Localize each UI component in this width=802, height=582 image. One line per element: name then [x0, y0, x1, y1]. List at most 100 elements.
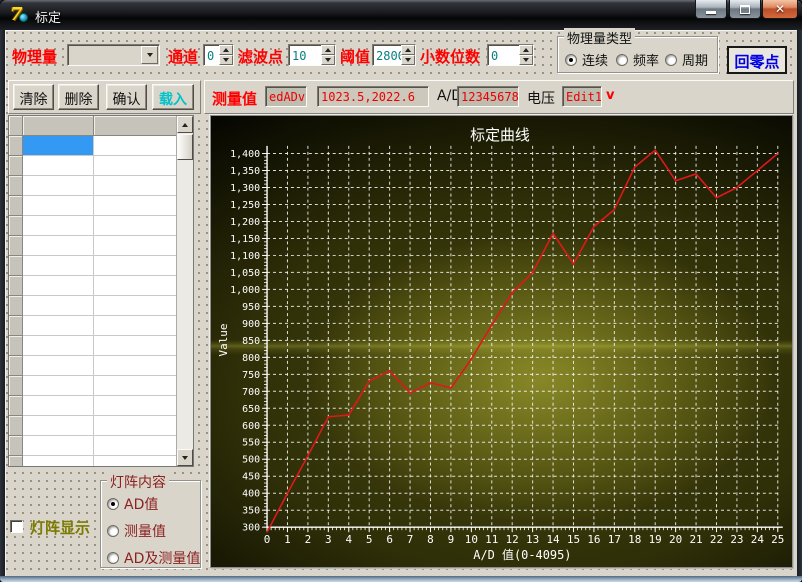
minimize-icon [706, 11, 716, 14]
quantity-type-title: 物理量类型 [564, 28, 635, 47]
svg-text:5: 5 [366, 533, 373, 546]
decimals-spinner[interactable]: 0 [487, 44, 534, 66]
radio-icon[interactable] [107, 525, 119, 537]
svg-text:700: 700 [242, 387, 260, 398]
globe-icon [19, 13, 28, 22]
scrollbar-thumb[interactable] [177, 134, 193, 160]
channel-spinner[interactable]: 0 [203, 44, 234, 66]
confirm-button[interactable]: 确认 [106, 84, 147, 110]
table-row[interactable] [9, 136, 193, 156]
radio-period[interactable]: 周期 [665, 50, 708, 69]
table-row[interactable] [9, 196, 193, 216]
table-row[interactable] [9, 276, 193, 296]
svg-text:800: 800 [242, 353, 260, 364]
filter-spinner[interactable]: 10 [288, 44, 336, 66]
table-scrollbar[interactable] [176, 116, 193, 466]
measure-value-field[interactable]: 1023.5,2022.6 [317, 86, 429, 107]
clear-button[interactable]: 清除 [13, 84, 54, 110]
minimize-button[interactable] [695, 0, 727, 19]
svg-text:18: 18 [628, 533, 641, 546]
table-row[interactable] [9, 416, 193, 436]
app-icon: 7 [10, 6, 28, 24]
return-zero-button[interactable]: 回零点 [727, 46, 787, 74]
svg-text:1,400: 1,400 [230, 149, 260, 160]
lamp-display-label: 灯阵显示 [30, 517, 90, 538]
table-row[interactable] [9, 156, 193, 176]
table-row[interactable] [9, 356, 193, 376]
svg-text:24: 24 [751, 533, 765, 546]
spin-down-icon[interactable] [401, 55, 415, 65]
close-icon: ✕ [775, 2, 785, 16]
table-row[interactable] [9, 296, 193, 316]
voltage-field[interactable]: Edit1 [562, 86, 602, 107]
chevron-down-icon[interactable] [141, 46, 158, 64]
table-row[interactable] [9, 336, 193, 356]
svg-text:10: 10 [465, 533, 478, 546]
svg-text:14: 14 [546, 533, 560, 546]
filter-label: 滤波点 [238, 46, 283, 67]
radio-icon[interactable] [107, 498, 119, 510]
svg-text:7: 7 [407, 533, 414, 546]
spin-up-icon[interactable] [321, 45, 335, 55]
svg-text:23: 23 [730, 533, 743, 546]
threshold-label: 阈值 [340, 46, 370, 67]
svg-text:500: 500 [242, 455, 260, 466]
svg-text:1,050: 1,050 [230, 268, 260, 279]
svg-text:11: 11 [485, 533, 498, 546]
svg-text:8: 8 [427, 533, 434, 546]
svg-text:1,200: 1,200 [230, 217, 260, 228]
delete-button[interactable]: 删除 [58, 84, 99, 110]
svg-text:20: 20 [669, 533, 682, 546]
radio-continuous[interactable]: 连续 [565, 50, 608, 69]
titlebar[interactable]: 7 标定 ✕ [0, 0, 802, 30]
table-row[interactable] [9, 456, 193, 467]
radio-icon[interactable] [565, 54, 577, 66]
radio-ad-and-measure[interactable]: AD及测量值 [107, 548, 200, 568]
svg-text:450: 450 [242, 472, 260, 483]
spin-up-icon[interactable] [519, 45, 533, 55]
app-window: 7 标定 ✕ 物理量 通道 0 滤波点 10 阈值 2800 小数位数 0 物理… [0, 0, 802, 582]
radio-icon[interactable] [107, 552, 119, 564]
radio-icon[interactable] [616, 54, 628, 66]
quantity-type-groupbox: 物理量类型 连续 频率 周期 [557, 36, 718, 73]
window-title: 标定 [35, 7, 61, 26]
svg-text:950: 950 [242, 302, 260, 313]
radio-ad-value[interactable]: AD值 [107, 494, 158, 514]
threshold-spinner[interactable]: 2800 [372, 44, 416, 66]
spin-up-icon[interactable] [401, 45, 415, 55]
quantity-combobox[interactable] [67, 44, 160, 66]
calibration-table[interactable] [8, 115, 194, 467]
svg-text:25: 25 [771, 533, 784, 546]
quantity-label: 物理量 [12, 46, 57, 67]
spin-down-icon[interactable] [219, 55, 233, 65]
scroll-down-icon[interactable] [177, 449, 193, 466]
load-button[interactable]: 载入 [152, 84, 194, 110]
radio-icon[interactable] [665, 54, 677, 66]
spin-down-icon[interactable] [519, 55, 533, 65]
svg-text:1,000: 1,000 [230, 285, 260, 296]
table-row[interactable] [9, 216, 193, 236]
close-button[interactable]: ✕ [762, 0, 798, 19]
maximize-icon [740, 5, 750, 14]
spin-up-icon[interactable] [219, 45, 233, 55]
ad-value-field[interactable]: 12345678 [457, 86, 519, 107]
svg-text:21: 21 [689, 533, 702, 546]
scroll-up-icon[interactable] [177, 116, 193, 133]
table-row[interactable] [9, 256, 193, 276]
lamp-content-title: 灯阵内容 [107, 472, 169, 492]
table-row[interactable] [9, 176, 193, 196]
table-row[interactable] [9, 316, 193, 336]
table-row[interactable] [9, 436, 193, 456]
table-row[interactable] [9, 376, 193, 396]
measure-raw-field[interactable]: edADv [265, 86, 307, 107]
radio-frequency[interactable]: 频率 [616, 50, 659, 69]
svg-text:550: 550 [242, 438, 260, 449]
table-row[interactable] [9, 396, 193, 416]
lamp-display-checkbox[interactable] [10, 520, 23, 533]
radio-measure-value[interactable]: 测量值 [107, 521, 166, 541]
maximize-button[interactable] [729, 0, 761, 19]
chart-canvas: 0123456789101112131415161718192021222324… [211, 116, 792, 567]
spin-down-icon[interactable] [321, 55, 335, 65]
table-row[interactable] [9, 236, 193, 256]
svg-text:标定曲线: 标定曲线 [470, 126, 530, 144]
